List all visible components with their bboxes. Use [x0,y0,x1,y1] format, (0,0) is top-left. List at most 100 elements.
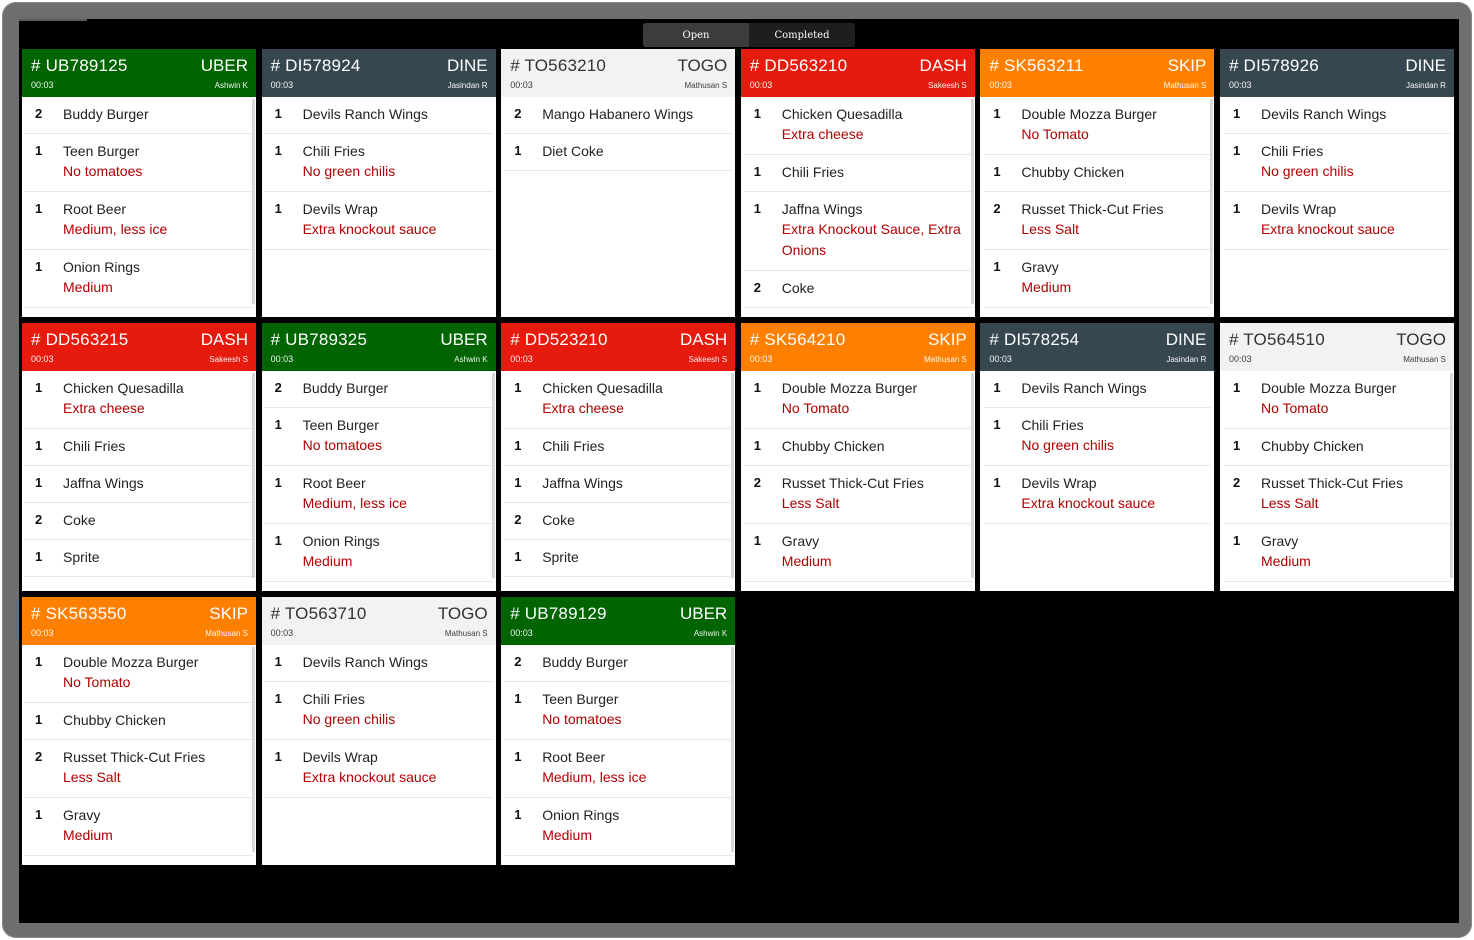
order-card-header[interactable]: # TO563710 TOGO 00:03 Mathusan S [261,597,496,645]
order-item-row[interactable]: 2 Coke [743,271,972,308]
order-item-row[interactable]: 1 Chili Fries [743,155,972,192]
order-item-row[interactable]: 1 Chubby Chicken [743,429,972,466]
order-item-row[interactable]: 2 Buddy Burger [25,97,253,134]
order-items-list[interactable]: 1 Devils Ranch Wings 1 Chili Fries No green … [980,371,1214,591]
order-item-row[interactable]: 1 Jaffna Wings Extra Knockout Sauce, Extra… [743,192,972,271]
order-item-row[interactable]: 1 Devils Ranch Wings [983,371,1212,408]
order-item-row[interactable]: 1 Onion Rings Medium [25,250,253,308]
order-items-list[interactable]: 2 Mango Habanero Wings 1 Diet Coke [501,97,735,317]
order-item-row[interactable]: 1 Devils Ranch Wings [264,645,493,682]
order-card-header[interactable]: # TO564510 TOGO 00:03 Mathusan S [1219,323,1454,371]
order-card-header[interactable]: # DI578924 DINE 00:03 Jasindan R [261,49,496,97]
order-item-row[interactable]: 1 Jaffna Wings [25,466,253,503]
tab-completed[interactable]: Completed [749,23,855,47]
order-card-header[interactable]: # UB789325 UBER 00:03 Ashwin K [261,323,496,371]
order-item-row[interactable]: 2 Coke [504,503,733,540]
order-item-row[interactable]: 1 Chicken Quesadilla Extra cheese [25,371,253,429]
order-items-list[interactable]: 1 Devils Ranch Wings 1 Chili Fries No green … [262,97,496,317]
order-item-row[interactable]: 1 Devils Wrap Extra knockout sauce [264,192,493,250]
order-item-row[interactable]: 1 Jaffna Wings [504,466,733,503]
order-item-row[interactable]: 2 Buddy Burger [504,645,733,682]
order-card-header[interactable]: # DD523210 DASH 00:03 Sakeesh S [501,323,736,371]
order-item-row[interactable]: 1 Chili Fries No green chilis [264,682,493,740]
order-items-list[interactable]: 1 Double Mozza Burger No Tomato 1 Chubby Chi… [980,97,1214,317]
order-card[interactable]: # SK564210 SKIP 00:03 Mathusan S 1 Double Moz… [740,323,975,591]
order-card[interactable]: # TO564510 TOGO 00:03 Mathusan S 1 Double Moz… [1219,323,1454,591]
order-card[interactable]: # UB789129 UBER 00:03 Ashwin K 2 Buddy Burger… [501,597,736,865]
order-card[interactable]: # UB789325 UBER 00:03 Ashwin K 2 Buddy Burger… [261,323,496,591]
order-card[interactable]: # DI578924 DINE 00:03 Jasindan R 1 Devils Ran… [261,49,496,317]
order-item-row[interactable]: 1 Double Mozza Burger No Tomato [743,371,972,429]
order-card-header[interactable]: # UB789125 UBER 00:03 Ashwin K [22,49,256,97]
order-item-row[interactable]: 1 Devils Ranch Wings [264,97,493,134]
order-item-row[interactable]: 1 Double Mozza Burger No Tomato [1222,371,1451,429]
order-item-row[interactable]: 1 Double Mozza Burger No Tomato [25,645,253,703]
order-items-scrollbar[interactable] [252,373,255,578]
order-item-row[interactable]: 1 Sprite [504,540,733,577]
order-card[interactable]: # TO563710 TOGO 00:03 Mathusan S 1 Devils Ran… [261,597,496,865]
order-item-row[interactable]: 1 Chili Fries No green chilis [1222,134,1451,192]
order-card[interactable]: # SK563550 SKIP 00:03 Mathusan S 1 Double Moz… [22,597,256,865]
order-items-list[interactable]: 1 Devils Ranch Wings 1 Chili Fries No green … [1220,97,1454,317]
order-card[interactable]: # DD563215 DASH 00:03 Sakeesh S 1 Chicken Que… [22,323,256,591]
order-items-list[interactable]: 1 Double Mozza Burger No Tomato 1 Chubby Chi… [1220,371,1454,591]
order-item-row[interactable]: 1 Chili Fries [504,429,733,466]
order-item-row[interactable]: 1 Teen Burger No tomatoes [25,134,253,192]
order-card-header[interactable]: # SK563550 SKIP 00:03 Mathusan S [22,597,256,645]
order-card-header[interactable]: # UB789129 UBER 00:03 Ashwin K [501,597,736,645]
order-item-row[interactable]: 1 Onion Rings Medium [264,524,493,582]
order-items-list[interactable]: 2 Buddy Burger 1 Teen Burger No tomatoes 1 Roo… [22,97,256,317]
order-item-row[interactable]: 1 Chicken Quesadilla Extra cheese [504,371,733,429]
order-item-row[interactable]: 2 Russet Thick-Cut Fries Less Salt [25,740,253,798]
order-card[interactable]: # DD563210 DASH 00:03 Sakeesh S 1 Chicken Que… [740,49,975,317]
order-items-scrollbar[interactable] [1210,99,1214,304]
order-item-row[interactable]: 1 Double Mozza Burger No Tomato [983,97,1212,155]
order-item-row[interactable]: 1 Chubby Chicken [25,703,253,740]
order-card[interactable]: # TO563210 TOGO 00:03 Mathusan S 2 Mango Haba… [501,49,736,317]
order-item-row[interactable]: 1 Devils Wrap Extra knockout sauce [264,740,493,798]
order-item-row[interactable]: 1 Gravy Medium [1222,524,1451,582]
order-item-row[interactable]: 1 Sprite [25,540,253,577]
order-item-row[interactable]: 1 Chubby Chicken [983,155,1212,192]
order-items-list[interactable]: 1 Double Mozza Burger No Tomato 1 Chubby Chi… [22,645,256,865]
order-items-scrollbar[interactable] [970,373,974,578]
order-card[interactable]: # SK563211 SKIP 00:03 Mathusan S 1 Double Moz… [980,49,1215,317]
order-items-scrollbar[interactable] [252,99,255,304]
order-items-list[interactable]: 1 Double Mozza Burger No Tomato 1 Chubby Chi… [741,371,975,591]
order-items-scrollbar[interactable] [731,647,735,852]
order-card[interactable]: # DD523210 DASH 00:03 Sakeesh S 1 Chicken Que… [501,323,736,591]
order-item-row[interactable]: 1 Onion Rings Medium [504,798,733,856]
order-item-row[interactable]: 2 Russet Thick-Cut Fries Less Salt [983,192,1212,250]
order-items-scrollbar[interactable] [252,647,255,852]
order-item-row[interactable]: 2 Coke [25,503,253,540]
order-items-scrollbar[interactable] [970,99,974,304]
order-item-row[interactable]: 1 Chili Fries No green chilis [983,408,1212,466]
order-item-row[interactable]: 1 Chili Fries [25,429,253,466]
order-card-header[interactable]: # TO563210 TOGO 00:03 Mathusan S [501,49,736,97]
order-item-row[interactable]: 1 Root Beer Medium, less ice [504,740,733,798]
order-item-row[interactable]: 1 Devils Wrap Extra knockout sauce [1222,192,1451,250]
order-card[interactable]: # UB789125 UBER 00:03 Ashwin K 2 Buddy Burger… [22,49,256,317]
order-item-row[interactable]: 1 Chicken Quesadilla Extra cheese [743,97,972,155]
order-items-list[interactable]: 1 Chicken Quesadilla Extra cheese 1 Chili Fr… [501,371,735,591]
order-item-row[interactable]: 1 Chili Fries No green chilis [264,134,493,192]
order-items-list[interactable]: 1 Devils Ranch Wings 1 Chili Fries No green … [262,645,496,865]
order-items-list[interactable]: 1 Chicken Quesadilla Extra cheese 1 Chili Fr… [741,97,975,317]
order-card-header[interactable]: # SK564210 SKIP 00:03 Mathusan S [740,323,975,371]
order-items-scrollbar[interactable] [731,373,735,578]
order-item-row[interactable]: 1 Teen Burger No tomatoes [504,682,733,740]
tab-open[interactable]: Open [643,23,749,47]
order-items-scrollbar[interactable] [491,373,495,578]
order-items-list[interactable]: 1 Chicken Quesadilla Extra cheese 1 Chili Fr… [22,371,256,591]
order-items-list[interactable]: 2 Buddy Burger 1 Teen Burger No tomatoes 1 Roo… [501,645,735,865]
order-item-row[interactable]: 2 Mango Habanero Wings [504,97,733,134]
order-card-header[interactable]: # DI578254 DINE 00:03 Jasindan R [980,323,1215,371]
order-items-scrollbar[interactable] [1449,373,1453,578]
order-item-row[interactable]: 1 Root Beer Medium, less ice [25,192,253,250]
order-item-row[interactable]: 1 Devils Wrap Extra knockout sauce [983,466,1212,524]
order-card-header[interactable]: # DI578926 DINE 00:03 Jasindan R [1219,49,1454,97]
order-item-row[interactable]: 1 Devils Ranch Wings [1222,97,1451,134]
order-item-row[interactable]: 2 Russet Thick-Cut Fries Less Salt [1222,466,1451,524]
order-item-row[interactable]: 2 Russet Thick-Cut Fries Less Salt [743,466,972,524]
order-item-row[interactable]: 1 Chubby Chicken [1222,429,1451,466]
